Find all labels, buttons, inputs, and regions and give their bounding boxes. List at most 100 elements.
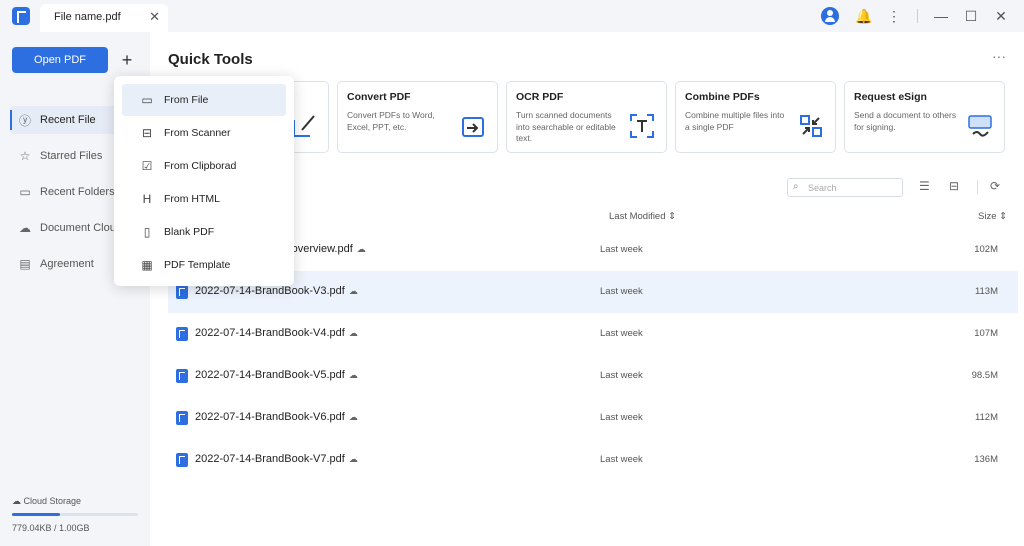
sidebar-item-label: Recent File	[40, 114, 96, 126]
table-row[interactable]: 2022-07-14-BrandBook-V7.pdf ☁ Last week 1…	[168, 439, 1018, 481]
file-size: 98.5M	[971, 370, 998, 381]
menu-item-label: From HTML	[164, 193, 220, 205]
maximize-icon[interactable]: ☐	[956, 8, 986, 25]
cloud-storage-bar	[12, 513, 138, 516]
add-button[interactable]: +	[117, 47, 137, 73]
file-size: 112M	[974, 412, 998, 423]
file-modified: Last week	[600, 328, 643, 339]
card-desc: Send a document to others for signing.	[854, 110, 957, 132]
cloud-storage-usage: 779.04KB / 1.00GB	[12, 523, 90, 533]
card-title: Convert PDF	[347, 91, 411, 103]
menu-item-from-scanner[interactable]: ⊟ From Scanner	[122, 117, 286, 149]
refresh-icon[interactable]: ⟳	[990, 179, 1000, 193]
column-last-modified[interactable]: Last Modified ⇕	[609, 211, 676, 222]
file-size: 113M	[974, 286, 998, 297]
title-bar: File name.pdf ✕ 🔔 ⋮ — ☐ ✕	[0, 0, 1024, 32]
column-label: Last Modified	[609, 211, 666, 222]
card-title: OCR PDF	[516, 91, 564, 103]
tool-card-convert-pdf[interactable]: Convert PDF Convert PDFs to Word, Excel,…	[337, 81, 498, 153]
blank-page-icon: ▯	[143, 225, 151, 239]
add-file-menu: ▭ From File ⊟ From Scanner ☑ From Clipbo…	[114, 76, 294, 286]
document-tab[interactable]: File name.pdf ✕	[40, 4, 168, 32]
menu-item-from-file[interactable]: ▭ From File	[122, 84, 286, 116]
file-modified: Last week	[600, 412, 643, 423]
column-size[interactable]: Size ⇕	[978, 211, 1007, 222]
table-row[interactable]: 2022-07-14-BrandBook-V4.pdf ☁ Last week 1…	[168, 313, 1018, 355]
tab-close-icon[interactable]: ✕	[149, 9, 160, 25]
card-desc: Turn scanned documents into searchable o…	[516, 110, 616, 143]
file-size: 107M	[974, 328, 998, 339]
table-row[interactable]: 2022-07-14-BrandBook-V3.pdf ☁ Last week 1…	[168, 271, 1018, 313]
tab-label: File name.pdf	[54, 11, 121, 23]
agreement-icon: ▤	[19, 257, 31, 271]
file-name: 2022-07-14-BrandBook-V4.pdf ☁	[195, 327, 358, 339]
open-pdf-button[interactable]: Open PDF	[12, 47, 108, 73]
table-row[interactable]: 2022-07-14-BrandBook-V6.pdf ☁ Last week 1…	[168, 397, 1018, 439]
tool-card-combine-pdfs[interactable]: Combine PDFs Combine multiple files into…	[675, 81, 836, 153]
scanner-icon: ⊟	[141, 126, 153, 140]
cloud-icon: ☁	[348, 286, 358, 296]
ocr-icon	[630, 114, 654, 138]
sort-icon: ⇕	[668, 211, 677, 222]
file-name: 2022-07-14-BrandBook-V6.pdf ☁	[195, 411, 358, 423]
card-title: Request eSign	[854, 91, 927, 103]
sidebar-item-label: Document Cloud	[40, 222, 122, 234]
table-row[interactable]: 2022-07-14-BrandBook-V5.pdf ☁ Last week 9…	[168, 355, 1018, 397]
list-view-icon[interactable]: ☰	[919, 179, 930, 193]
file-modified: Last week	[600, 454, 643, 465]
cloud-icon: ☁	[19, 221, 31, 235]
table-row[interactable]: k_overview.pdf ☁ Last week 102M	[168, 229, 1018, 271]
card-desc: Convert PDFs to Word, Excel, PPT, etc.	[347, 110, 435, 132]
quick-tools-title: Quick Tools	[168, 51, 253, 68]
file-name: 2022-07-14-BrandBook-V5.pdf ☁	[195, 369, 358, 381]
menu-item-label: From File	[164, 94, 209, 106]
cloud-icon: ☁	[348, 370, 358, 380]
card-desc: Combine multiple files into a single PDF	[685, 110, 785, 132]
esign-icon	[968, 115, 992, 137]
convert-icon	[462, 117, 484, 137]
file-modified: Last week	[600, 286, 643, 297]
combine-icon	[800, 115, 822, 137]
sidebar-item-label: Recent Folders	[40, 186, 115, 198]
file-size: 136M	[974, 454, 998, 465]
clear-icon[interactable]: ⊟	[949, 179, 959, 193]
cloud-storage-label: ☁ Cloud Storage	[12, 496, 81, 507]
search-input[interactable]: ⌕ Search	[787, 178, 903, 197]
html-icon: H	[142, 192, 152, 206]
sort-icon: ⇕	[999, 211, 1008, 222]
menu-item-label: PDF Template	[164, 259, 231, 271]
menu-item-label: From Scanner	[164, 127, 231, 139]
bell-icon[interactable]: 🔔	[849, 8, 879, 25]
minimize-icon[interactable]: —	[926, 8, 956, 24]
file-name: 2022-07-14-BrandBook-V3.pdf ☁	[195, 285, 358, 297]
sidebar-item-label: Agreement	[40, 258, 94, 270]
edit-icon	[293, 115, 315, 137]
pdf-file-icon	[176, 285, 188, 299]
sidebar-item-label: Starred Files	[40, 150, 103, 162]
folder-icon: ▭	[141, 93, 153, 107]
cloud-icon: ☁	[12, 496, 21, 506]
more-menu-icon[interactable]: ⋮	[879, 8, 909, 25]
menu-item-pdf-template[interactable]: ▦ PDF Template	[122, 249, 286, 281]
avatar[interactable]	[821, 7, 839, 25]
file-name: 2022-07-14-BrandBook-V7.pdf ☁	[195, 453, 358, 465]
cloud-icon: ☁	[348, 412, 358, 422]
tool-card-request-esign[interactable]: Request eSign Send a document to others …	[844, 81, 1005, 153]
cloud-icon: ☁	[356, 244, 366, 254]
star-icon: ☆	[19, 149, 31, 163]
menu-item-from-html[interactable]: H From HTML	[122, 183, 286, 215]
tool-card-ocr-pdf[interactable]: OCR PDF Turn scanned documents into sear…	[506, 81, 667, 153]
recent-file-icon: ⓨ	[18, 113, 31, 128]
close-window-icon[interactable]: ✕	[986, 8, 1016, 25]
file-modified: Last week	[600, 244, 643, 255]
pdf-file-icon	[176, 369, 188, 383]
more-options-icon[interactable]: ···	[992, 48, 1006, 64]
clipboard-icon: ☑	[141, 159, 153, 173]
divider	[917, 9, 918, 23]
menu-item-label: Blank PDF	[164, 226, 215, 238]
app-logo-icon	[12, 7, 30, 25]
menu-item-from-clipboard[interactable]: ☑ From Clipborad	[122, 150, 286, 182]
column-label: Size	[978, 211, 997, 222]
menu-item-blank-pdf[interactable]: ▯ Blank PDF	[122, 216, 286, 248]
cloud-icon: ☁	[348, 328, 358, 338]
